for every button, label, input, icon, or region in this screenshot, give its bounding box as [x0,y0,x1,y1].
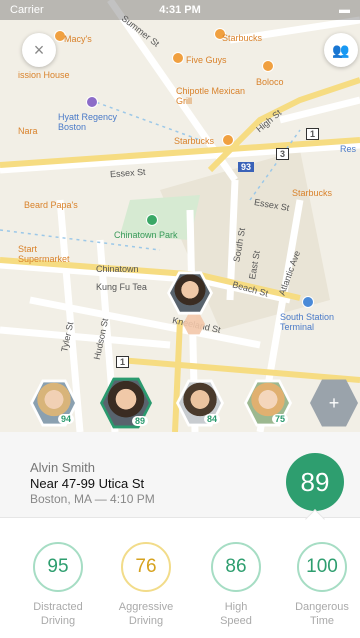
kung-fu-label: Kung Fu Tea [96,282,147,292]
nara-label: Nara [18,126,38,136]
close-button[interactable]: × [22,33,56,67]
metric-label-aggressive-1: Aggressive [118,601,174,613]
map-roads [0,0,360,432]
battery-icon: ▬ [338,4,350,16]
map-view[interactable]: Carrier 4:31 PM ▬ × 👥 Macy's Starbucks F… [0,0,360,432]
route-shield-3: 3 [276,148,290,160]
metric-value-dangerous: 100 [297,542,347,592]
add-person-icon: + [328,392,340,413]
five-guys-poi-icon[interactable] [172,52,184,64]
transit-poi-icon[interactable] [302,296,314,308]
five-guys-label: Five Guys [186,55,227,65]
macys-label: Macy's [64,34,92,44]
starbucks-label-3: Starbucks [292,188,333,198]
metric-value-aggressive: 76 [121,542,171,592]
metric-distracted-driving[interactable]: 95 Distracted Driving [18,542,98,628]
metric-label-dangerous-2: Time [309,615,335,627]
hyatt-label: Hyatt Regency Boston [58,112,118,132]
driver-score-badge[interactable]: 89 [286,453,344,511]
metric-value-speed: 86 [211,542,261,592]
group-icon: 👥 [332,41,350,58]
route-shield-1: 1 [306,128,320,140]
boloco-label: Boloco [256,77,284,87]
close-icon: × [33,39,45,60]
metric-high-speed[interactable]: 86 High Speed [196,542,276,628]
house-label: ission House [18,70,70,80]
metric-value-distracted: 95 [33,542,83,592]
score-pointer [305,509,325,529]
driving-metrics: 95 Distracted Driving 76 Aggressive Drivin… [0,542,360,638]
starbucks-label-1: Starbucks [222,33,263,43]
driver-location-time: Boston, MA — 4:10 PM [30,492,155,506]
chinatown-park-label: Chinatown Park [114,230,178,240]
avatar-score-3: 84 [204,414,221,424]
metric-dangerous-time[interactable]: 100 Dangerous Time [282,542,360,628]
chinatown-label: Chinatown [96,264,139,274]
avatar-score-4: 75 [272,414,289,424]
avatar-score-1: 94 [58,414,75,424]
driver-address: Near 47-99 Utica St [30,476,145,491]
route-shield-1b: 1 [116,356,130,368]
res-label: Res [340,144,357,154]
status-bar: Carrier 4:31 PM ▬ [0,0,360,20]
avatar-score-2: 89 [132,416,149,426]
add-member-button[interactable]: + [310,379,358,427]
metric-label-speed-2: Speed [220,615,252,627]
chipotle-label: Chipotle Mexican Grill [176,86,246,106]
starbucks-poi-icon-2[interactable] [222,134,234,146]
supermarket-label: Start Supermarket [18,244,70,264]
route-shield-93: 93 [238,162,255,172]
driver-detail-sheet: Alvin Smith Near 47-99 Utica St Boston, … [0,432,360,638]
boloco-poi-icon[interactable] [262,60,274,72]
metric-label-distracted-2: Driving [40,615,76,627]
hotel-poi-icon[interactable] [86,96,98,108]
metric-label-dangerous-1: Dangerous [295,601,349,613]
status-time: 4:31 PM [159,4,201,16]
group-button[interactable]: 👥 [324,33,358,67]
starbucks-label-2: Starbucks [174,136,215,146]
south-station-label: South Station Terminal [280,312,335,332]
driver-name: Alvin Smith [30,460,96,475]
metric-aggressive-driving[interactable]: 76 Aggressive Driving [106,542,186,628]
driver-summary[interactable]: Alvin Smith Near 47-99 Utica St Boston, … [0,432,360,529]
beard-papa-label: Beard Papa's [24,200,78,210]
metric-label-speed-1: High [224,601,248,613]
metric-label-aggressive-2: Driving [128,615,164,627]
family-avatar-row: 94 89 84 75 + [0,374,360,430]
carrier-label: Carrier [10,4,44,16]
park-poi-icon[interactable] [146,214,158,226]
metric-label-distracted-1: Distracted [33,601,83,613]
